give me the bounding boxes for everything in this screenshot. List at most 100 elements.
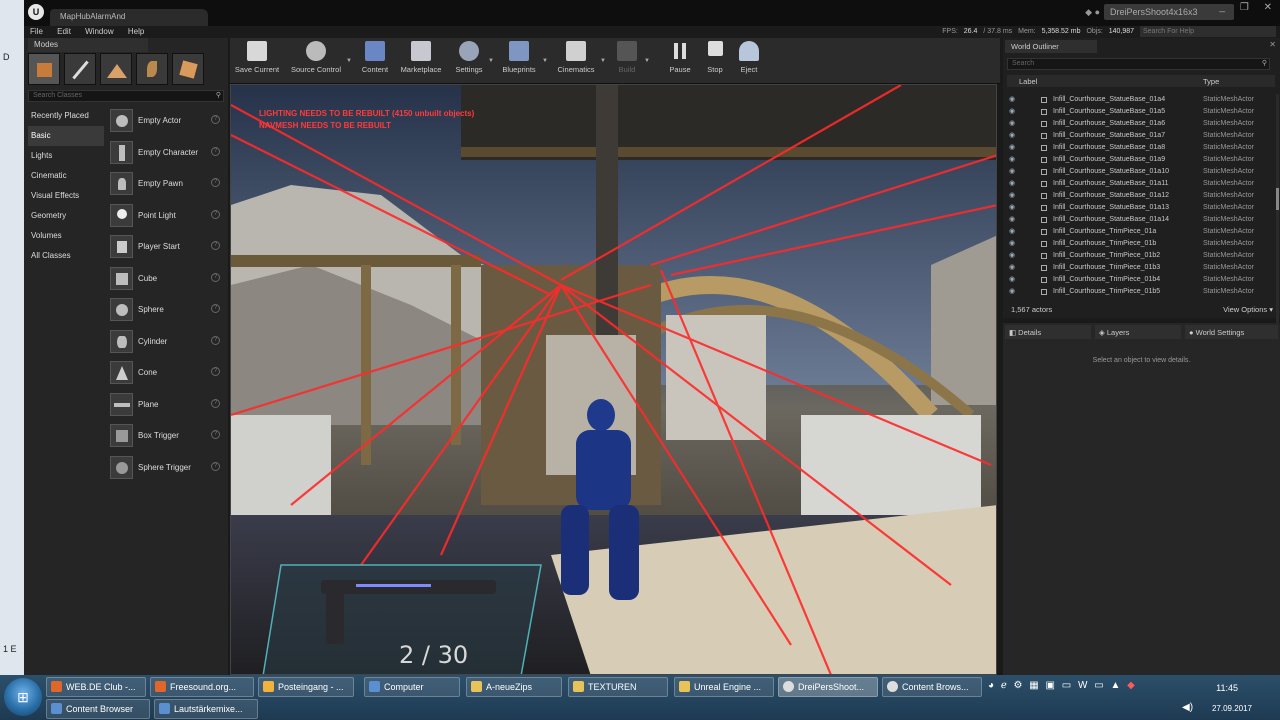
window-controls[interactable]: _ ❐ ✕ <box>1220 2 1278 13</box>
help-icon[interactable]: ? <box>211 367 220 376</box>
eye-icon[interactable]: ◉ <box>1009 94 1015 106</box>
task-texturen[interactable]: TEXTUREN <box>568 677 668 697</box>
task-freesound[interactable]: Freesound.org... <box>150 677 254 697</box>
help-icon[interactable]: ? <box>211 115 220 124</box>
outliner-search-input[interactable]: Search ⚲ <box>1007 58 1270 70</box>
table-row[interactable]: ◉ Infill_Courthouse_StatueBase_01a9 Static… <box>1007 154 1275 166</box>
table-row[interactable]: ◉ Infill_Courthouse_StatueBase_01a4 Static… <box>1007 94 1275 106</box>
table-row[interactable]: ◉ Infill_Courthouse_TrimPiece_01a StaticMe… <box>1007 226 1275 238</box>
geometry-mode-icon[interactable] <box>172 53 204 85</box>
category-cinematic[interactable]: Cinematic <box>28 166 104 186</box>
task-dreipersshoot[interactable]: DreiPersShoot... <box>778 677 878 697</box>
paint-mode-icon[interactable] <box>64 53 96 85</box>
eye-icon[interactable]: ◉ <box>1009 166 1015 178</box>
table-row[interactable]: ◉ Infill_Courthouse_StatueBase_01a13 Stati… <box>1007 202 1275 214</box>
category-visual-effects[interactable]: Visual Effects <box>28 186 104 206</box>
table-row[interactable]: ◉ Infill_Courthouse_StatueBase_01a12 Stati… <box>1007 190 1275 202</box>
view-options-button[interactable]: View Options ▾ <box>1223 305 1273 314</box>
help-icon[interactable]: ? <box>211 272 220 282</box>
table-row[interactable]: ◉ Infill_Courthouse_TrimPiece_01b3 StaticM… <box>1007 262 1275 274</box>
eye-icon[interactable]: ◉ <box>1009 142 1015 154</box>
eye-icon[interactable]: ◉ <box>1009 202 1015 214</box>
excel-icon[interactable]: ▦ <box>1029 680 1038 691</box>
help-icon[interactable]: ? <box>211 178 220 187</box>
foliage-mode-icon[interactable] <box>136 53 168 85</box>
eye-icon[interactable]: ◉ <box>1009 106 1015 118</box>
menu-help[interactable]: Help <box>122 26 150 38</box>
table-row[interactable]: ◉ Infill_Courthouse_StatueBase_01a11 Stati… <box>1007 178 1275 190</box>
level-viewport[interactable]: LIGHTING NEEDS TO BE REBUILT (4150 unbui… <box>230 84 997 675</box>
eye-icon[interactable]: ◉ <box>1009 130 1015 142</box>
help-icon[interactable]: ? <box>211 241 220 250</box>
world-outliner-tab[interactable]: World Outliner <box>1005 40 1097 53</box>
class-item-sphere-trigger[interactable]: Sphere Trigger? <box>108 453 226 485</box>
save-current-button[interactable]: Save Current <box>232 41 282 81</box>
eye-icon[interactable]: ◉ <box>1009 226 1015 238</box>
task-unreal-engine[interactable]: Unreal Engine ... <box>674 677 774 697</box>
place-mode-icon[interactable] <box>28 53 60 85</box>
eye-icon[interactable]: ◉ <box>1009 250 1015 262</box>
settings-icon[interactable]: ● <box>1095 7 1100 17</box>
class-item-player-start[interactable]: Player Start? <box>108 232 226 264</box>
task-content-browser-2[interactable]: Content Browser <box>46 699 150 719</box>
table-row[interactable]: ◉ Infill_Courthouse_StatueBase_01a5 Static… <box>1007 106 1275 118</box>
menu-window[interactable]: Window <box>79 26 119 38</box>
chevron-down-icon[interactable]: ▼ <box>346 58 352 64</box>
tab-layers[interactable]: ◈ Layers <box>1095 325 1181 339</box>
source-control-button[interactable]: Source Control ▼ <box>288 41 352 81</box>
folder-icon[interactable]: ▭ <box>1062 680 1071 691</box>
table-row[interactable]: ◉ Infill_Courthouse_TrimPiece_01b4 StaticM… <box>1007 274 1275 286</box>
level-tab[interactable]: MapHubAlarmAnd <box>50 9 208 26</box>
help-icon[interactable]: ? <box>211 146 220 156</box>
help-icon[interactable]: ? <box>211 398 220 408</box>
marketplace-button[interactable]: Marketplace <box>398 41 444 81</box>
class-item-sphere[interactable]: Sphere? <box>108 295 226 327</box>
class-item-cone[interactable]: Cone? <box>108 358 226 390</box>
stop-button[interactable]: Stop <box>702 41 728 81</box>
help-icon[interactable]: ? <box>211 430 220 439</box>
help-icon[interactable]: ? <box>211 461 220 471</box>
eye-icon[interactable]: ◉ <box>1009 238 1015 250</box>
category-all-classes[interactable]: All Classes <box>28 246 104 266</box>
class-item-empty-actor[interactable]: Empty Actor? <box>108 106 226 138</box>
cinematics-button[interactable]: Cinematics ▼ <box>554 41 606 81</box>
eye-icon[interactable]: ◉ <box>1009 190 1015 202</box>
class-item-empty-pawn[interactable]: Empty Pawn? <box>108 169 226 201</box>
eye-icon[interactable]: ◉ <box>1009 178 1015 190</box>
tab-details[interactable]: ◧ Details <box>1005 325 1091 339</box>
chevron-down-icon[interactable]: ▼ <box>488 58 494 64</box>
build-button[interactable]: Build ▼ <box>612 41 650 81</box>
close-icon[interactable]: ✕ <box>1269 40 1276 49</box>
chevron-down-icon[interactable]: ▼ <box>542 58 548 64</box>
table-row[interactable]: ◉ Infill_Courthouse_StatueBase_01a8 Static… <box>1007 142 1275 154</box>
help-icon[interactable]: ? <box>211 304 220 313</box>
content-button[interactable]: Content <box>356 41 394 81</box>
table-row[interactable]: ◉ Infill_Courthouse_TrimPiece_01b5 StaticM… <box>1007 286 1275 298</box>
blueprints-button[interactable]: Blueprints ▼ <box>498 41 548 81</box>
category-volumes[interactable]: Volumes <box>28 226 104 246</box>
clock-time[interactable]: 11:45 <box>1216 683 1238 693</box>
class-item-point-light[interactable]: Point Light? <box>108 201 226 233</box>
antivirus-icon[interactable]: ◆ <box>1127 680 1135 691</box>
eye-icon[interactable]: ◉ <box>1009 118 1015 130</box>
ie-icon[interactable]: ℯ <box>1001 680 1007 691</box>
class-item-plane[interactable]: Plane? <box>108 390 226 422</box>
message-icon[interactable]: ◆ <box>1085 7 1092 17</box>
eye-icon[interactable]: ◉ <box>1009 214 1015 226</box>
chrome-icon[interactable]: ◕ <box>988 680 994 691</box>
unreal-logo-icon[interactable]: U <box>28 4 44 20</box>
category-basic[interactable]: Basic <box>28 126 104 146</box>
chevron-down-icon[interactable]: ▼ <box>600 58 606 64</box>
task-content-browser[interactable]: Content Brows... <box>882 677 982 697</box>
tray-expand-icon[interactable]: ▲ <box>1110 680 1120 691</box>
network-icon[interactable]: ▣ <box>1046 680 1055 691</box>
settings-button[interactable]: Settings ▼ <box>452 41 494 81</box>
landscape-mode-icon[interactable] <box>100 53 132 85</box>
class-item-cube[interactable]: Cube? <box>108 264 226 296</box>
category-geometry[interactable]: Geometry <box>28 206 104 226</box>
settings-icon[interactable]: ⚙ <box>1014 680 1023 691</box>
monitor-icon[interactable]: ▭ <box>1094 680 1103 691</box>
search-classes-input[interactable]: Search Classes ⚲ <box>28 90 224 102</box>
class-item-box-trigger[interactable]: Box Trigger? <box>108 421 226 453</box>
column-label-header[interactable]: Label <box>1019 77 1037 86</box>
